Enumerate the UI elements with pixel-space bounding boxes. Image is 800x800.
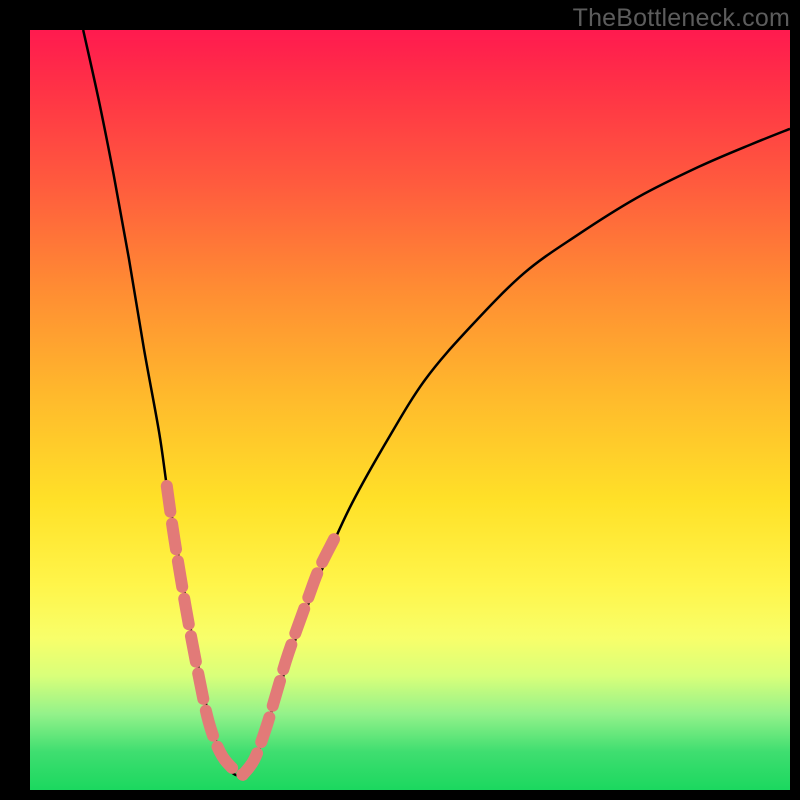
chart-frame: TheBottleneck.com [0,0,800,800]
bottleneck-curve-right [243,129,790,775]
salmon-thick-overlay-right [243,539,334,775]
curve-layer [0,0,800,800]
salmon-thick-overlay-left [167,486,243,775]
bottleneck-curve-left [83,30,243,775]
